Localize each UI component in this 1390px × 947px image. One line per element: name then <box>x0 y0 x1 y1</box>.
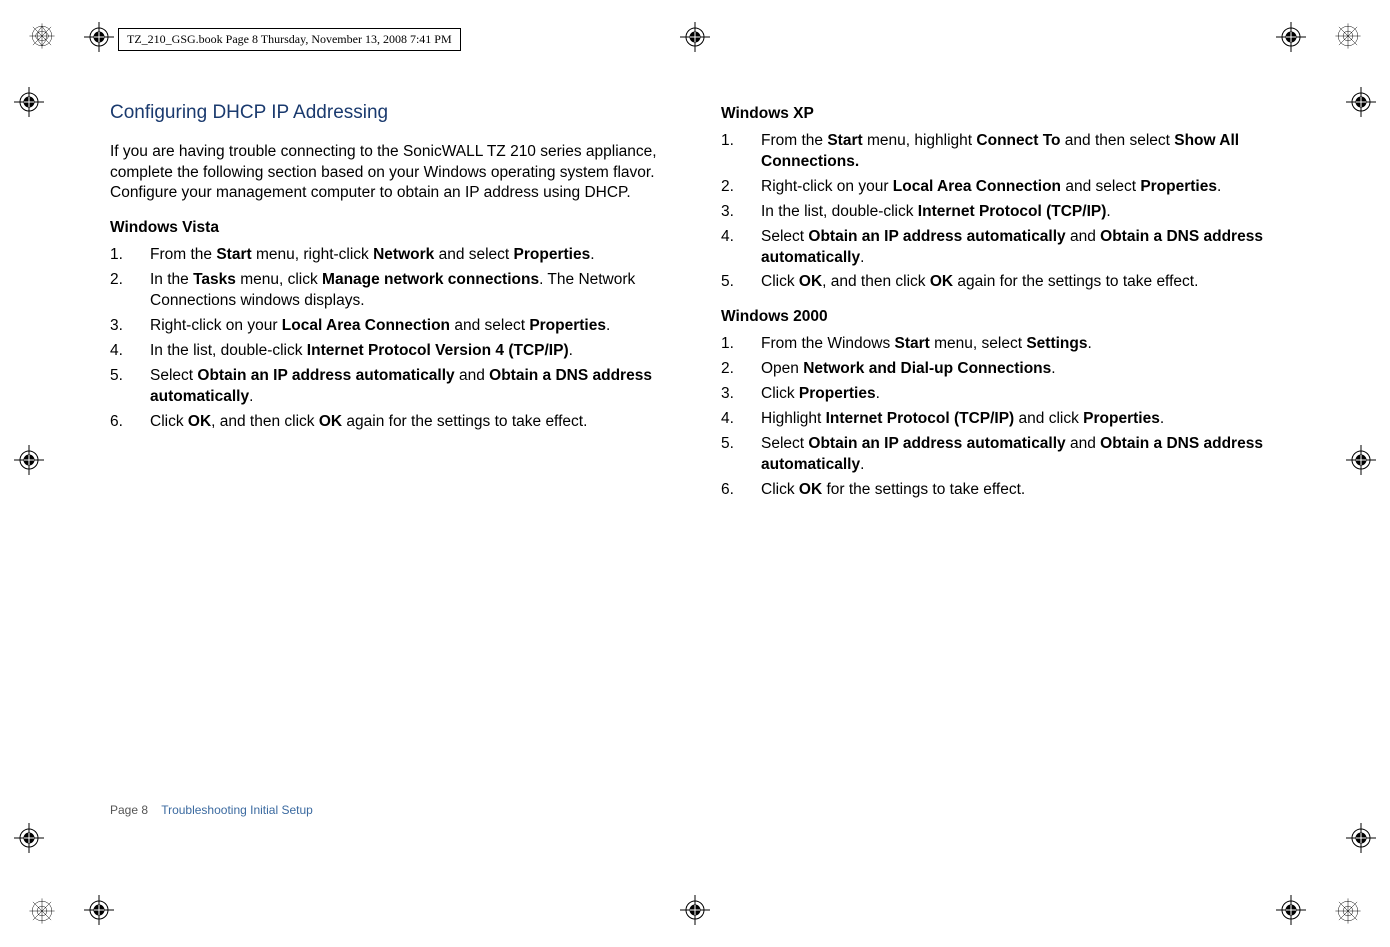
list-item: In the Tasks menu, click Manage network … <box>110 270 669 312</box>
registration-mark-icon <box>680 22 710 52</box>
page-number: Page 8 <box>110 803 148 817</box>
list-item: Click Properties. <box>721 384 1280 405</box>
list-item: Right-click on your Local Area Connectio… <box>110 316 669 337</box>
list-item: Click OK, and then click OK again for th… <box>721 272 1280 293</box>
list-item: Select Obtain an IP address automaticall… <box>721 227 1280 269</box>
intro-paragraph: If you are having trouble connecting to … <box>110 142 669 205</box>
left-column: Configuring DHCP IP Addressing If you ar… <box>110 100 669 505</box>
registration-mark-icon <box>1346 87 1376 117</box>
list-item: Select Obtain an IP address automaticall… <box>721 434 1280 476</box>
crop-mark-icon <box>1334 897 1362 925</box>
list-item: In the list, double-click Internet Proto… <box>110 341 669 362</box>
footer-section-name: Troubleshooting Initial Setup <box>161 803 313 817</box>
heading-windows-2000: Windows 2000 <box>721 307 1280 328</box>
right-column: Windows XP From the Start menu, highligh… <box>721 100 1280 505</box>
registration-mark-icon <box>1346 823 1376 853</box>
registration-mark-icon <box>14 87 44 117</box>
registration-mark-icon <box>14 823 44 853</box>
crop-mark-icon <box>1334 22 1362 50</box>
section-title: Configuring DHCP IP Addressing <box>110 100 669 126</box>
list-item: Highlight Internet Protocol (TCP/IP) and… <box>721 409 1280 430</box>
page-content: Configuring DHCP IP Addressing If you ar… <box>110 100 1280 505</box>
heading-windows-xp: Windows XP <box>721 104 1280 125</box>
registration-mark-icon <box>1276 895 1306 925</box>
list-item: From the Windows Start menu, select Sett… <box>721 334 1280 355</box>
registration-mark-icon <box>1276 22 1306 52</box>
registration-mark-icon <box>14 445 44 475</box>
crop-mark-icon <box>28 22 56 50</box>
registration-mark-icon <box>84 22 114 52</box>
heading-windows-vista: Windows Vista <box>110 218 669 239</box>
list-item: From the Start menu, right-click Network… <box>110 245 669 266</box>
list-item: From the Start menu, highlight Connect T… <box>721 131 1280 173</box>
registration-mark-icon <box>1346 445 1376 475</box>
steps-windows-2000: From the Windows Start menu, select Sett… <box>721 334 1280 500</box>
list-item: Click OK, and then click OK again for th… <box>110 412 669 433</box>
document-header: TZ_210_GSG.book Page 8 Thursday, Novembe… <box>118 28 461 51</box>
page-footer: Page 8 Troubleshooting Initial Setup <box>110 803 313 817</box>
list-item: In the list, double-click Internet Proto… <box>721 202 1280 223</box>
list-item: Right-click on your Local Area Connectio… <box>721 177 1280 198</box>
steps-windows-xp: From the Start menu, highlight Connect T… <box>721 131 1280 293</box>
steps-windows-vista: From the Start menu, right-click Network… <box>110 245 669 432</box>
registration-mark-icon <box>84 895 114 925</box>
list-item: Click OK for the settings to take effect… <box>721 480 1280 501</box>
list-item: Select Obtain an IP address automaticall… <box>110 366 669 408</box>
crop-mark-icon <box>28 897 56 925</box>
registration-mark-icon <box>680 895 710 925</box>
list-item: Open Network and Dial-up Connections. <box>721 359 1280 380</box>
